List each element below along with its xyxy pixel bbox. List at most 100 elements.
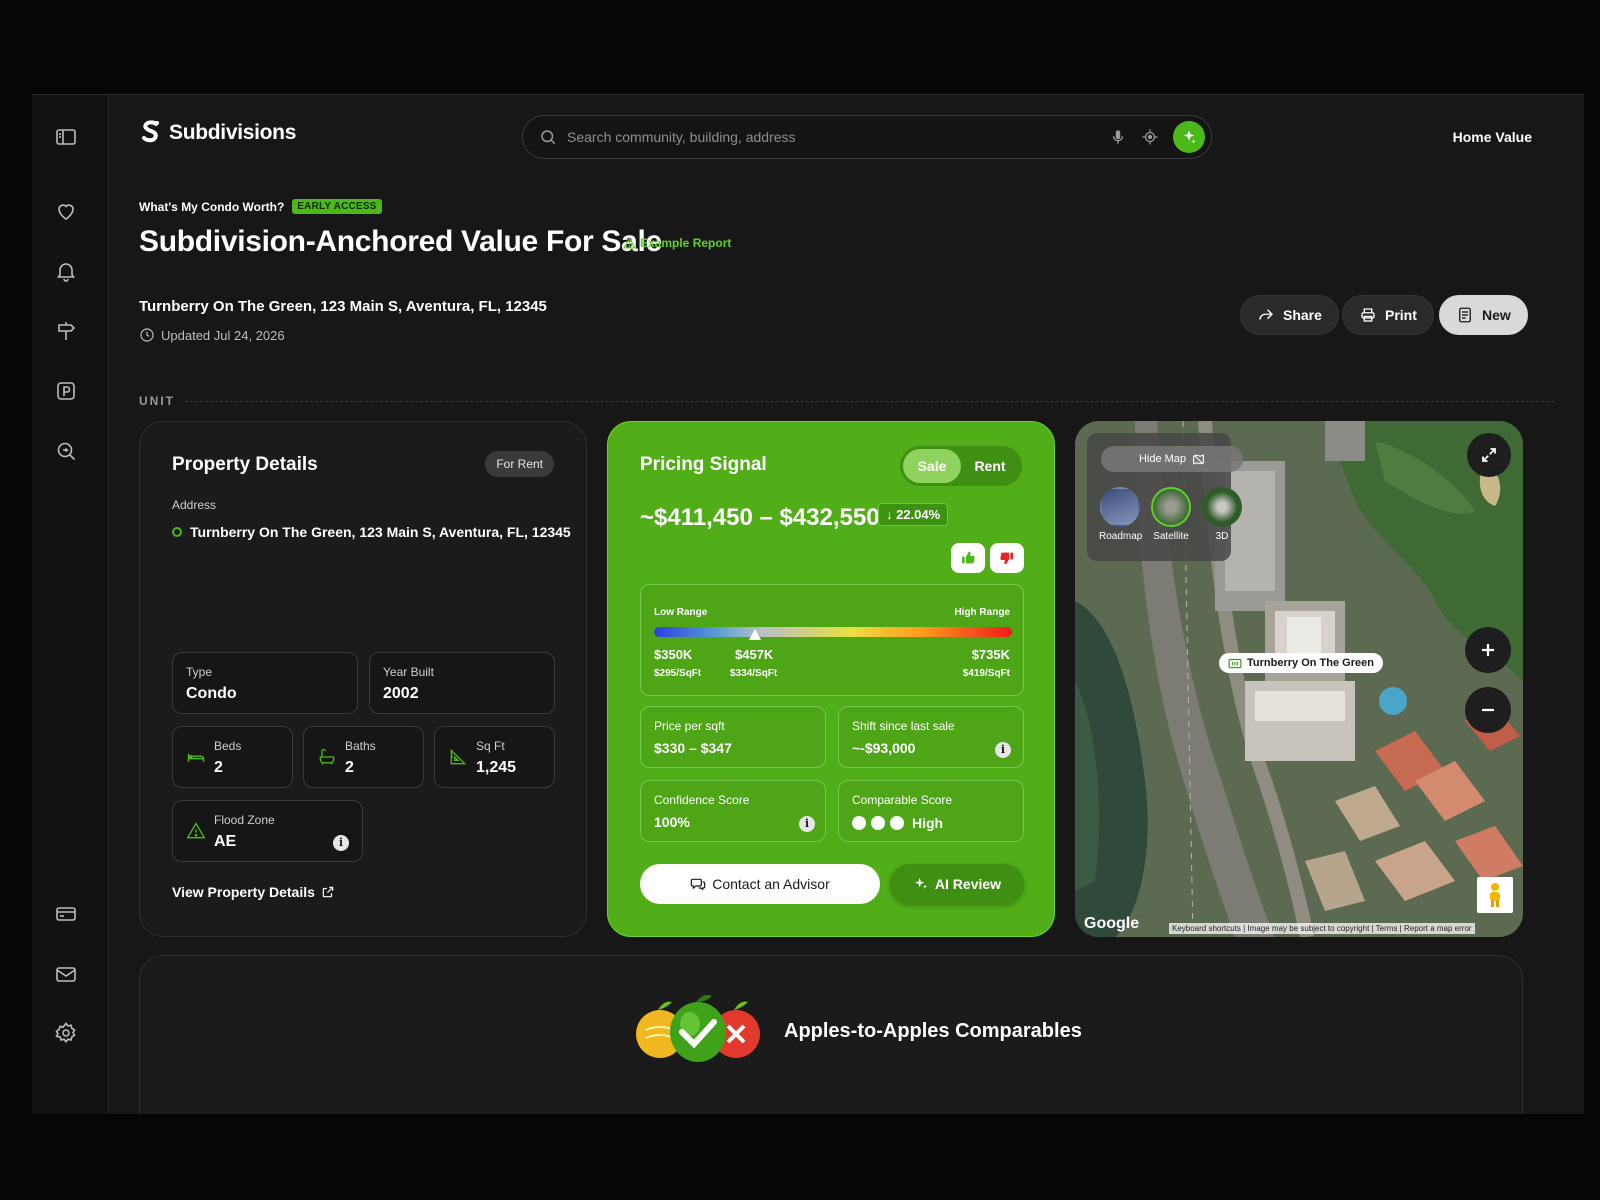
contact-advisor-label: Contact an Advisor <box>712 876 830 892</box>
signpost-icon[interactable] <box>54 319 78 343</box>
section-label-unit: UNIT <box>139 394 175 408</box>
price-change-badge: ↓ 22.04% <box>878 503 949 526</box>
zoom-in-button[interactable] <box>1465 627 1511 673</box>
view-property-details-link[interactable]: View Property Details <box>172 884 335 900</box>
score-dot <box>871 816 885 830</box>
hide-map-button[interactable]: Hide Map <box>1101 446 1243 472</box>
comparable-value: High <box>912 815 944 831</box>
tab-sale[interactable]: Sale <box>903 449 961 483</box>
brand-name: Subdivisions <box>169 121 297 144</box>
map-location-pin[interactable]: Turnberry On The Green <box>1219 653 1383 673</box>
shift-since-sale-metric: Shift since last sale ~-$93,000 i <box>838 706 1024 768</box>
zoom-search-icon[interactable] <box>54 439 78 463</box>
layer-satellite[interactable]: Satellite <box>1150 487 1192 542</box>
thumbs-up-icon <box>962 551 975 564</box>
type-field: Type Condo <box>172 652 358 714</box>
apples-illustration-icon <box>636 994 760 1062</box>
mid-value: $457K <box>735 647 774 662</box>
zoom-out-button[interactable] <box>1465 687 1511 733</box>
roadmap-label: Roadmap <box>1099 531 1143 542</box>
street-view-pegman[interactable] <box>1477 877 1513 913</box>
comparables-title: Apples-to-Apples Comparables <box>784 1020 1082 1042</box>
example-report-text: Example Report <box>640 236 732 250</box>
brand-logo[interactable]: Subdivisions <box>139 119 296 147</box>
fullscreen-button[interactable] <box>1467 433 1511 477</box>
microphone-icon[interactable] <box>1109 128 1127 146</box>
layer-roadmap[interactable]: Roadmap <box>1099 487 1143 542</box>
page-eyebrow: What's My Condo Worth? EARLY ACCESS <box>139 199 382 214</box>
info-icon[interactable]: i <box>333 835 349 851</box>
map-card[interactable]: Hide Map Roadmap Satellite 3D Turnberry … <box>1075 421 1523 937</box>
example-report-label: Example Report <box>623 236 731 250</box>
satellite-label: Satellite <box>1153 531 1189 542</box>
confidence-value: 100% <box>654 814 690 830</box>
print-label: Print <box>1385 307 1417 323</box>
pricing-signal-card: Pricing Signal Sale Rent ~$411,450 – $43… <box>607 421 1055 937</box>
type-value: Condo <box>186 685 237 702</box>
info-icon[interactable]: i <box>799 816 815 832</box>
for-rent-pill[interactable]: For Rent <box>485 451 554 477</box>
ai-search-button[interactable] <box>1173 121 1205 153</box>
price-range: ~$411,450 – $432,550 <box>640 504 880 531</box>
thumbs-down-button[interactable] <box>990 543 1024 573</box>
high-sqft: $419/SqFt <box>962 668 1010 679</box>
chat-icon <box>690 878 706 891</box>
new-report-button[interactable]: New <box>1439 295 1528 335</box>
baths-value: 2 <box>345 759 354 776</box>
property-address: Turnberry On The Green, 123 Main S, Aven… <box>172 524 571 540</box>
info-icon[interactable]: i <box>995 742 1011 758</box>
mid-sqft: $334/SqFt <box>730 668 778 679</box>
year-built-label: Year Built <box>383 665 434 679</box>
ai-review-button[interactable]: AI Review <box>890 864 1024 904</box>
high-value: $735K <box>971 647 1010 662</box>
updated-timestamp: Updated Jul 24, 2026 <box>139 327 285 343</box>
map-off-icon <box>1193 453 1204 465</box>
mail-icon[interactable] <box>54 962 78 986</box>
thumbs-down-icon <box>1000 552 1013 565</box>
document-icon <box>1459 307 1471 323</box>
globe-thumb-icon <box>1202 487 1242 527</box>
plus-icon <box>1482 644 1494 656</box>
minus-icon <box>1482 708 1494 712</box>
gear-icon[interactable] <box>54 1021 78 1045</box>
heart-icon[interactable] <box>54 199 78 223</box>
view-property-details-text: View Property Details <box>172 884 315 900</box>
warning-icon <box>623 236 636 248</box>
parking-icon[interactable] <box>54 379 78 403</box>
price-per-sqft-metric: Price per sqft $330 – $347 <box>640 706 826 768</box>
contact-advisor-button[interactable]: Contact an Advisor <box>640 864 880 904</box>
map-attribution[interactable]: Keyboard shortcuts | Image may be subjec… <box>1169 923 1475 934</box>
sidebar-toggle-icon[interactable] <box>54 125 78 149</box>
sqft-field: Sq Ft 1,245 <box>434 726 555 788</box>
comparable-score-dots: High <box>852 815 943 831</box>
year-built-field: Year Built 2002 <box>369 652 555 714</box>
print-button[interactable]: Print <box>1342 295 1434 335</box>
satellite-thumb-icon <box>1151 487 1191 527</box>
sale-rent-toggle[interactable]: Sale Rent <box>900 446 1022 486</box>
tab-rent[interactable]: Rent <box>961 449 1019 483</box>
locate-icon[interactable] <box>1141 128 1159 146</box>
search-bar[interactable] <box>522 115 1212 159</box>
price-per-sqft-label: Price per sqft <box>654 719 725 733</box>
price-range-scale: Low Range High Range $350K $295/SqFt $45… <box>640 584 1024 696</box>
new-label: New <box>1482 307 1511 323</box>
share-button[interactable]: Share <box>1240 295 1339 335</box>
flood-zone-value: AE <box>214 833 237 850</box>
search-icon <box>541 130 556 145</box>
comparable-score-metric: Comparable Score High <box>838 780 1024 842</box>
card-icon[interactable] <box>54 902 78 926</box>
score-dot <box>852 816 866 830</box>
layer-3d[interactable]: 3D <box>1201 487 1243 542</box>
map-pin-label: Turnberry On The Green <box>1247 657 1374 669</box>
bed-icon <box>186 747 206 767</box>
search-input[interactable] <box>567 129 1109 145</box>
share-icon <box>1259 309 1273 320</box>
address-label: Address <box>172 498 217 512</box>
bell-icon[interactable] <box>54 259 78 283</box>
sqft-value: 1,245 <box>476 759 517 776</box>
thumbs-up-button[interactable] <box>951 543 985 573</box>
flood-zone-field: Flood Zone AE i <box>172 800 363 862</box>
updated-text: Updated Jul 24, 2026 <box>161 327 285 343</box>
nav-home-value[interactable]: Home Value <box>1453 129 1532 145</box>
logo-mark-icon <box>142 120 159 143</box>
